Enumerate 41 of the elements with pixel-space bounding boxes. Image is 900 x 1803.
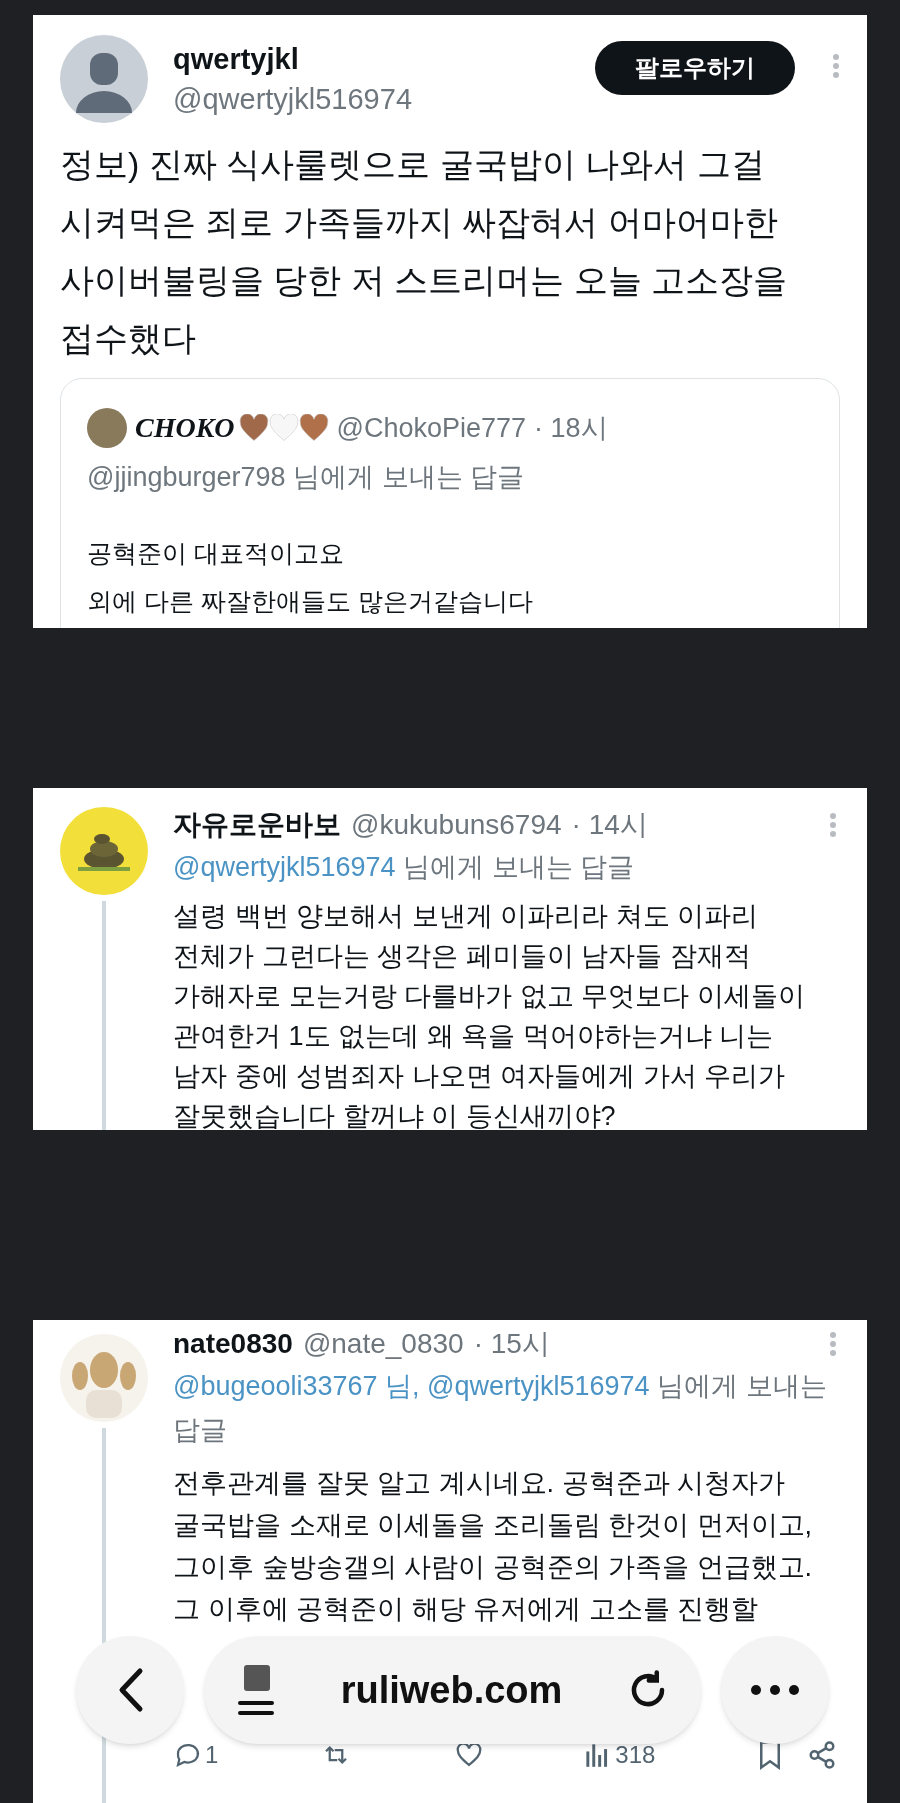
reply-text-line: 전체가 그런다는 생각은 페미들이 남자들 잠재적: [173, 940, 751, 973]
post-time: · 14시: [571, 808, 648, 842]
quote-text-line: 외에 다른 짜잘한애들도 많은거같습니다: [87, 586, 533, 617]
reply-context: @qwertyjkl516974 님에게 보내는 답글: [173, 851, 636, 884]
more-icon: [750, 1684, 800, 1696]
quoted-post[interactable]: CHOKO @ChokoPie777 · 18시 @jjingburger798 님에게 보내는 답글 공혁준이 대표적이고요 외에 다른 짜잘한애들도 많은거같습니다: [60, 378, 840, 628]
display-name: qwertyjkl: [173, 42, 299, 77]
display-name: CHOKO: [135, 411, 235, 445]
reply-text-line: 가해자로 모는거랑 다를바가 없고 무엇보다 이세돌이: [173, 980, 805, 1013]
reply-text-line: 그 이후에 공혁준이 해당 유저에게 고소를 진행할: [173, 1593, 758, 1626]
reply-context: @bugeooli33767 님, @qwertyjkl516974 님에게 보내는 답글: [173, 1370, 828, 1447]
avatar: [87, 408, 127, 448]
reply-text-line: 관여한거 1도 없는데 왜 욕을 먹어야하는거냐 니는: [173, 1020, 774, 1053]
url-text: ruliweb.com: [339, 1667, 564, 1713]
display-name: nate0830: [173, 1327, 293, 1361]
user-handle: @kukubuns6794: [351, 808, 562, 842]
post-text-line: 사이버불링을 당한 저 스트리머는 오늘 고소장을: [60, 260, 788, 301]
reply-text-line: 설령 백번 양보해서 보낸게 이파리라 쳐도 이파리: [173, 900, 758, 933]
user-handle: @ChokoPie777: [336, 412, 527, 445]
post-text-line: 정보) 진짜 식사룰렛으로 굴국밥이 나와서 그걸: [60, 144, 765, 185]
post-time: · 18시: [534, 412, 608, 445]
reply-context: @jjingburger798 님에게 보내는 답글: [87, 461, 525, 494]
display-name: 자유로운바보: [173, 808, 341, 842]
reply-text-line: 그이후 숲방송갤의 사람이 공혁준의 가족을 언급했고.: [173, 1551, 812, 1584]
address-bar[interactable]: ruliweb.com: [204, 1636, 701, 1744]
post-text-line: 시켜먹은 죄로 가족들까지 싸잡혀서 어마어마한: [60, 202, 778, 243]
reply-text-line: 전후관계를 잘못 알고 계시네요. 공혁준과 시청자가: [173, 1467, 785, 1500]
post-time: · 15시: [473, 1327, 550, 1361]
quote-text-line: 공혁준이 대표적이고요: [87, 538, 344, 569]
views-icon[interactable]: [585, 1742, 610, 1768]
reply-text-line: 잘못했습니다 할꺼냐 이 등신새끼야?: [173, 1100, 616, 1133]
heart-icon: [268, 414, 299, 442]
reply-text-line: 굴국밥을 소재로 이세돌을 조리돌림 한것이 먼저이고,: [173, 1509, 812, 1542]
heart-icon: [298, 414, 329, 442]
user-handle: @nate_0830: [302, 1327, 464, 1361]
avatar-icon: [60, 35, 148, 123]
user-handle: @qwertyjkl516974: [173, 82, 412, 117]
follow-button[interactable]: 팔로우하기: [595, 41, 795, 95]
reply-text-line: 남자 중에 성범죄자 나오면 여자들에게 가서 우리가: [173, 1060, 785, 1093]
post-text-line: 접수했다: [60, 318, 196, 359]
heart-icon: [238, 414, 269, 442]
